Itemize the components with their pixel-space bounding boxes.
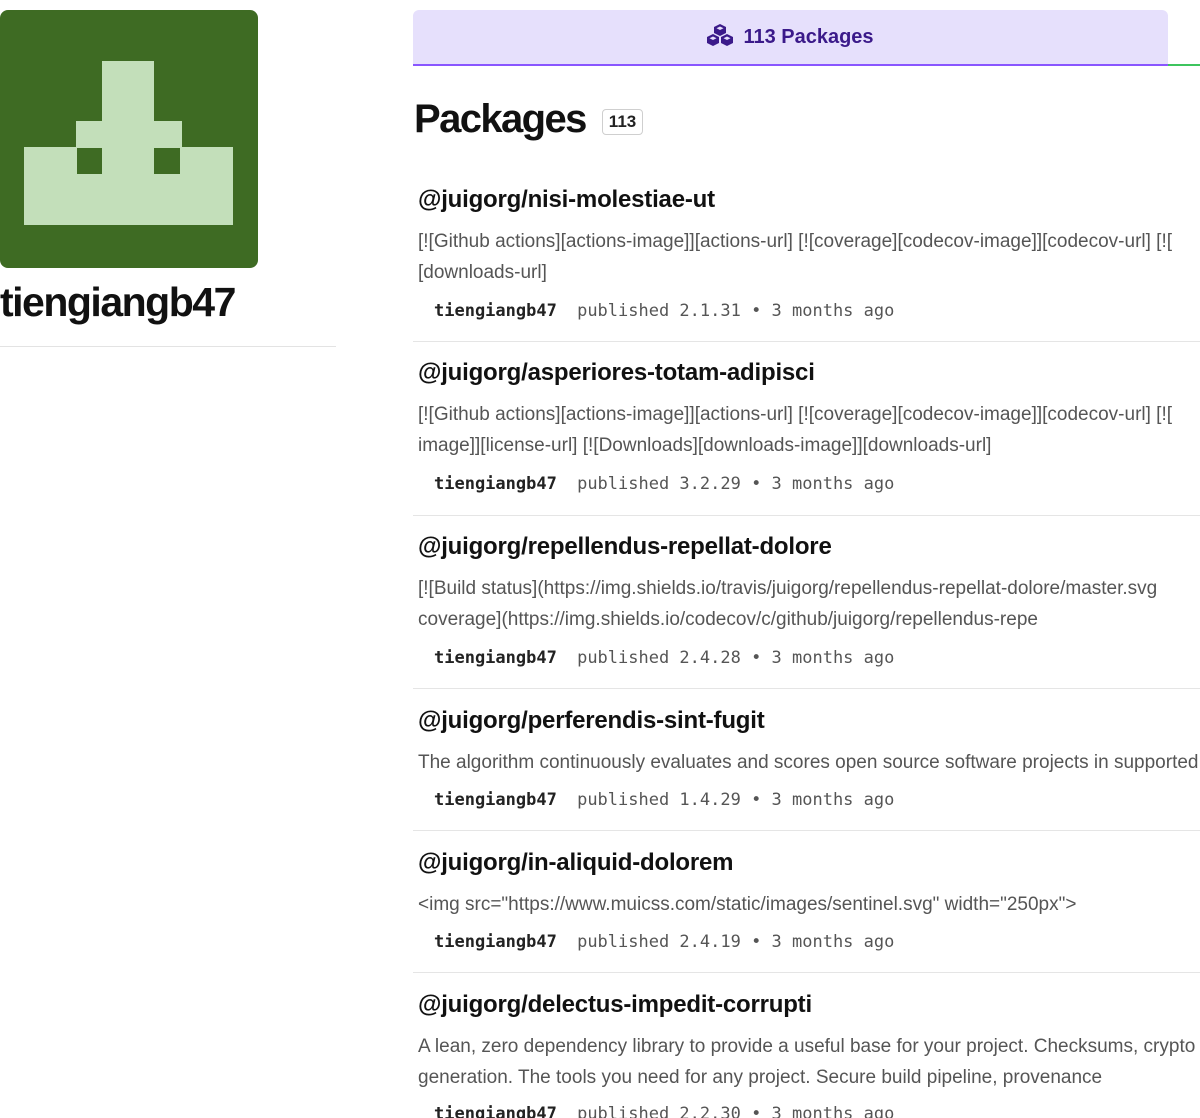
tab-packages[interactable]: 113 Packages (413, 10, 1168, 64)
package-list-item: @juigorg/in-aliquid-dolorem <img src="ht… (413, 831, 1200, 973)
sidebar-divider (0, 346, 336, 347)
identicon-avatar-icon (0, 10, 258, 268)
package-meta: tiengiangb47 published 2.4.28 • 3 months… (434, 648, 894, 668)
package-description: The algorithm continuously evaluates and… (418, 747, 1200, 778)
package-description-line: <img src="https://www.muicss.com/static/… (418, 894, 1077, 915)
package-description-line: [downloads-url] (418, 262, 547, 283)
package-description: [![Build status](https://img.shields.io/… (418, 573, 1200, 635)
package-description-line: A lean, zero dependency library to provi… (418, 1036, 1196, 1057)
publisher-link[interactable]: tiengiangb47 (434, 790, 557, 810)
package-description-line: [![Github actions][actions-image]][actio… (418, 231, 1173, 252)
package-name-link[interactable]: @juigorg/in-aliquid-dolorem (418, 849, 734, 877)
user-avatar (0, 10, 258, 268)
publisher-link[interactable]: tiengiangb47 (434, 301, 557, 321)
package-list-item: @juigorg/delectus-impedit-corrupti A lea… (413, 973, 1200, 1118)
package-description-line: The algorithm continuously evaluates and… (418, 752, 1199, 773)
package-name-link[interactable]: @juigorg/repellendus-repellat-dolore (418, 533, 832, 561)
package-description-line: [![Build status](https://img.shields.io/… (418, 578, 1158, 599)
tab-next-underline (1168, 64, 1200, 66)
package-version-info: published 2.4.28 • 3 months ago (577, 648, 895, 668)
package-description-line: generation. The tools you need for any p… (418, 1067, 1103, 1088)
publisher-link[interactable]: tiengiangb47 (434, 932, 557, 952)
package-description-line: [![Github actions][actions-image]][actio… (418, 404, 1173, 425)
package-meta: tiengiangb47 published 2.1.31 • 3 months… (434, 301, 894, 321)
package-meta: tiengiangb47 published 3.2.29 • 3 months… (434, 474, 894, 494)
packages-count-badge: 113 (601, 109, 644, 135)
package-description: [![Github actions][actions-image]][actio… (418, 226, 1200, 288)
package-name-link[interactable]: @juigorg/delectus-impedit-corrupti (418, 991, 812, 1019)
package-description-line: image]][license-url] [![Downloads][downl… (418, 435, 992, 456)
package-meta: tiengiangb47 published 2.2.30 • 3 months… (434, 1104, 894, 1118)
package-meta: tiengiangb47 published 2.4.19 • 3 months… (434, 932, 894, 952)
package-description: <img src="https://www.muicss.com/static/… (418, 889, 1200, 920)
package-version-info: published 1.4.29 • 3 months ago (577, 790, 895, 810)
profile-page: tiengiangb47 113 Packages Packages 113 @… (0, 0, 1200, 1118)
publisher-link[interactable]: tiengiangb47 (434, 648, 557, 668)
package-version-info: published 2.1.31 • 3 months ago (577, 301, 895, 321)
packages-heading: Packages 113 (414, 94, 644, 144)
tab-packages-underline (413, 64, 1168, 66)
package-name-link[interactable]: @juigorg/nisi-molestiae-ut (418, 186, 715, 214)
package-version-info: published 3.2.29 • 3 months ago (577, 474, 895, 494)
package-description: A lean, zero dependency library to provi… (418, 1031, 1200, 1093)
packages-cubes-icon (707, 23, 734, 51)
package-list-item: @juigorg/repellendus-repellat-dolore [![… (413, 516, 1200, 689)
profile-username: tiengiangb47 (0, 279, 236, 325)
package-list-item: @juigorg/asperiores-totam-adipisci [![Gi… (413, 342, 1200, 516)
package-version-info: published 2.2.30 • 3 months ago (577, 1104, 895, 1118)
package-name-link[interactable]: @juigorg/perferendis-sint-fugit (418, 707, 765, 735)
package-meta: tiengiangb47 published 1.4.29 • 3 months… (434, 790, 894, 810)
package-description-line: coverage](https://img.shields.io/codecov… (418, 609, 1038, 630)
tab-packages-label: 113 Packages (743, 25, 874, 48)
package-description: [![Github actions][actions-image]][actio… (418, 399, 1200, 461)
package-list-item: @juigorg/perferendis-sint-fugit The algo… (413, 689, 1200, 831)
page-title: Packages (414, 97, 587, 141)
publisher-link[interactable]: tiengiangb47 (434, 1104, 557, 1118)
package-list-item: @juigorg/nisi-molestiae-ut [![Github act… (413, 170, 1200, 342)
package-name-link[interactable]: @juigorg/asperiores-totam-adipisci (418, 359, 815, 387)
package-version-info: published 2.4.19 • 3 months ago (577, 932, 895, 952)
publisher-link[interactable]: tiengiangb47 (434, 474, 557, 494)
